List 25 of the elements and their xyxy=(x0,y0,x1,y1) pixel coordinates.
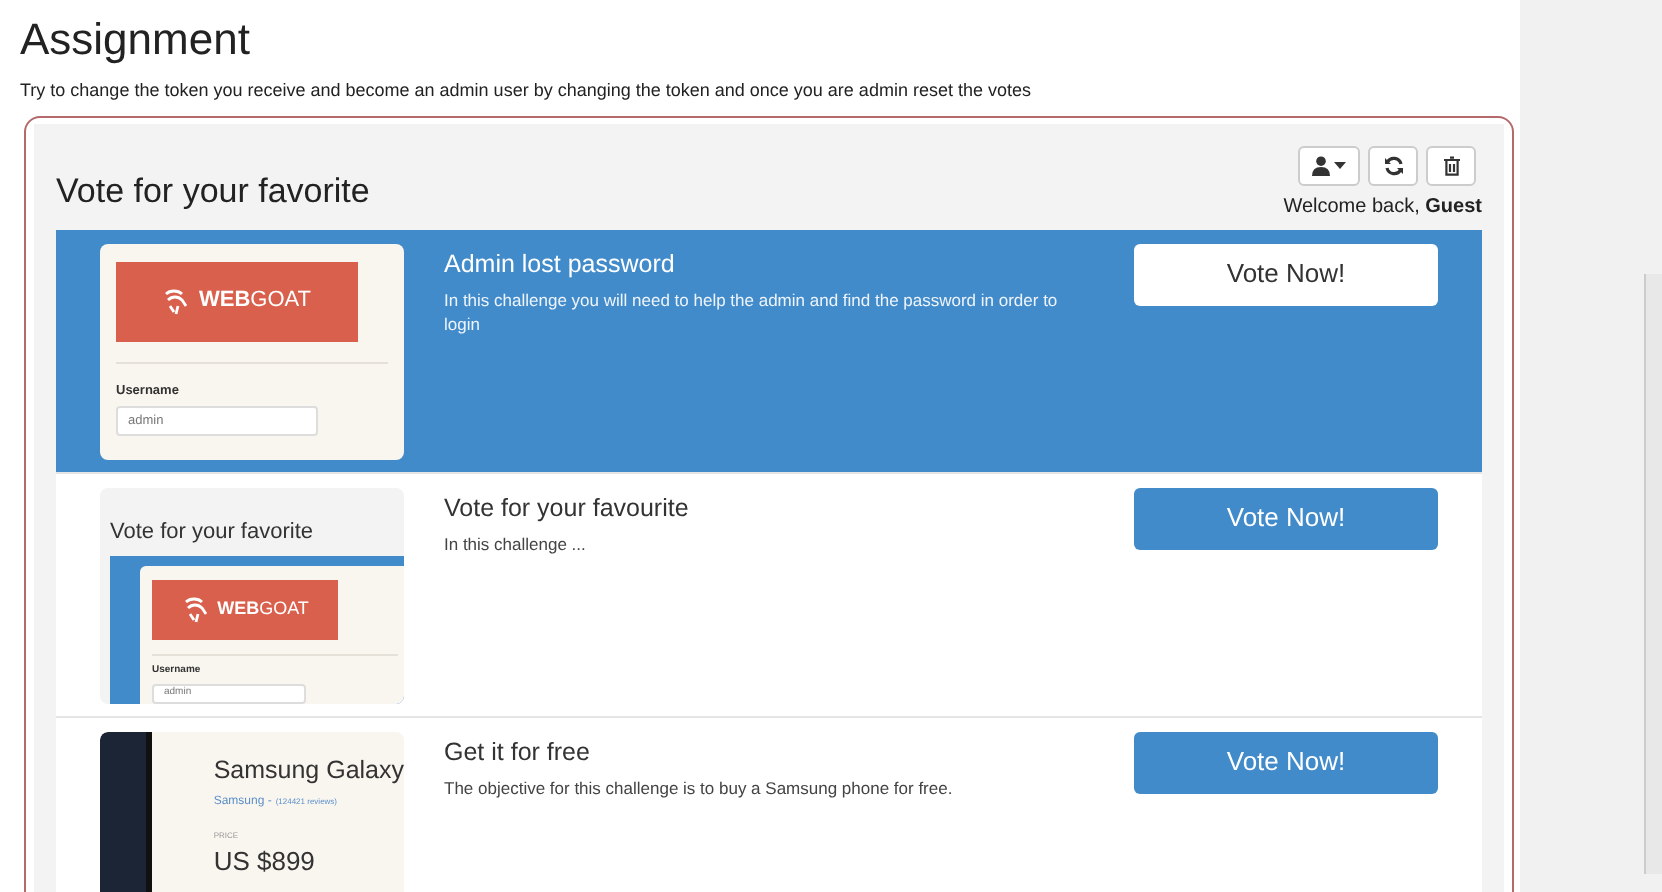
user-menu-button[interactable] xyxy=(1298,145,1360,185)
user-icon xyxy=(1312,155,1330,175)
challenge-title: Get it for free xyxy=(444,735,590,769)
delete-button[interactable] xyxy=(1426,145,1476,185)
caret-icon xyxy=(1334,161,1346,169)
panel-heading: Vote for your favorite xyxy=(56,170,370,214)
challenge-title: Admin lost password xyxy=(444,247,675,282)
product-price: US $899 xyxy=(213,844,315,881)
trash-icon xyxy=(1443,155,1459,175)
vote-now-button[interactable]: Vote Now! xyxy=(1134,243,1438,305)
assignment-description: Try to change the token you receive and become an admin user by changing the token and once you are admin reset the votes xyxy=(20,78,1031,104)
challenge-description: The objective for this challenge is to buy a Samsung phone for free. xyxy=(444,776,953,801)
page-title: Assignment xyxy=(20,14,250,66)
welcome-text: Welcome back, Guest xyxy=(1283,193,1482,221)
screenshot-heading: Vote for your favorite xyxy=(110,517,313,547)
refresh-icon xyxy=(1383,155,1403,175)
challenge-description: In this challenge ... xyxy=(444,532,586,557)
challenge-title: Vote for your favourite xyxy=(444,491,689,526)
vote-now-button[interactable]: Vote Now! xyxy=(1134,731,1438,793)
refresh-button[interactable] xyxy=(1368,145,1418,185)
logo-text: WEBGOAT xyxy=(198,286,312,317)
vote-now-button[interactable]: Vote Now! xyxy=(1134,487,1438,549)
logo-text: WEBGOAT xyxy=(217,596,309,623)
challenge-description: In this challenge you will need to help the admin and find the password in order to login xyxy=(444,288,1060,337)
product-name: Samsung Galaxy xyxy=(213,753,404,788)
